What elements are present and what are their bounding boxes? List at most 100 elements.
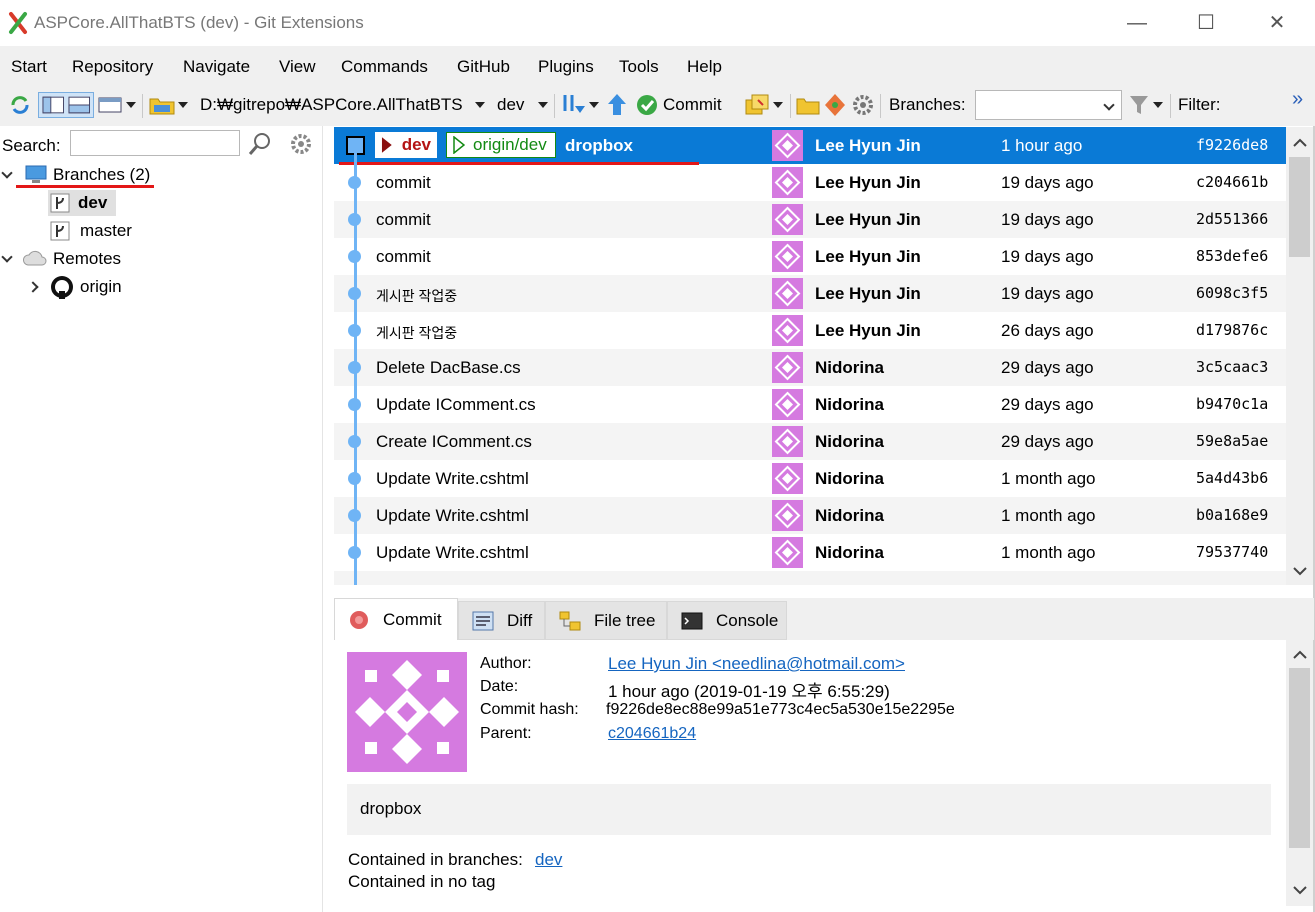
commit-row[interactable]: commit Lee Hyun Jin 19 days ago 853defe6: [334, 238, 1286, 275]
menu-repository[interactable]: Repository: [72, 57, 153, 77]
commit-row[interactable]: Create IComment.cs Nidorina 29 days ago 59e…: [334, 423, 1286, 460]
menu-help[interactable]: Help: [687, 57, 722, 77]
minimize-button[interactable]: —: [1117, 8, 1157, 38]
repository-path-caret[interactable]: [475, 102, 485, 108]
scroll-up-icon[interactable]: [1293, 138, 1307, 147]
toolbar-overflow-button[interactable]: »: [1292, 88, 1303, 111]
pull-dropdown-caret[interactable]: [589, 102, 599, 108]
commit-row[interactable]: Update IComment.cs Nidorina 29 days ago b94…: [334, 386, 1286, 423]
avatar: [772, 500, 803, 531]
open-folder-icon[interactable]: [796, 92, 820, 118]
commit-date: 19 days ago: [1001, 247, 1094, 266]
layout-dropdown-caret[interactable]: [126, 102, 136, 108]
commit-row[interactable]: Update Write.cshtml Nidorina 1 month ago b0…: [334, 497, 1286, 534]
stash-icon[interactable]: [744, 92, 770, 118]
close-button[interactable]: ✕: [1257, 8, 1297, 38]
repository-dropdown-caret[interactable]: [178, 102, 188, 108]
tab-label: File tree: [594, 610, 656, 630]
commit-date: 29 days ago: [1001, 358, 1094, 377]
tree-item-branch-dev[interactable]: dev: [48, 190, 116, 216]
scroll-down-icon[interactable]: [1293, 886, 1307, 895]
repository-folder-icon[interactable]: [148, 92, 176, 118]
commit-message: Update Write.cshtml: [376, 543, 529, 562]
scrollbar-thumb[interactable]: [1289, 157, 1310, 257]
commit-row-selected[interactable]: dev origin/dev dropbox Lee Hyun Jin 1 ho…: [334, 127, 1286, 164]
menu-view[interactable]: View: [279, 57, 316, 77]
branch-dropdown-caret[interactable]: [538, 102, 548, 108]
origin-expand-chevron[interactable]: [27, 281, 39, 293]
avatar: [772, 130, 803, 161]
scroll-up-icon[interactable]: [1293, 650, 1307, 659]
author-link[interactable]: Lee Hyun Jin <needlina@hotmail.com>: [608, 654, 905, 674]
chevron-down-icon[interactable]: [1103, 99, 1115, 111]
refresh-icon[interactable]: [8, 92, 32, 118]
branch-arrow-icon: [381, 137, 392, 153]
commit-row[interactable]: Update Write.cshtml Nidorina 1 month ago 79…: [334, 534, 1286, 571]
pull-icon[interactable]: [560, 92, 586, 118]
commit-row[interactable]: 게시판 작업중 Lee Hyun Jin 26 days ago d179876c: [334, 312, 1286, 349]
layout-columns-icon[interactable]: [42, 96, 65, 114]
commit-date: 19 days ago: [1001, 284, 1094, 303]
menu-navigate[interactable]: Navigate: [183, 57, 250, 77]
maximize-button[interactable]: ☐: [1186, 8, 1226, 38]
commit-message: dropbox: [565, 136, 633, 155]
menu-plugins[interactable]: Plugins: [538, 57, 594, 77]
gear-icon[interactable]: [290, 133, 312, 155]
remotes-node-label: Remotes: [53, 249, 122, 268]
stash-dropdown-caret[interactable]: [773, 102, 783, 108]
commit-check-icon[interactable]: [636, 92, 658, 118]
commit-row[interactable]: Update Write.cshtml Nidorina 1 month ago 5a…: [334, 460, 1286, 497]
commit-detail-scrollbar[interactable]: [1286, 640, 1313, 906]
commit-row[interactable]: commit Lee Hyun Jin 19 days ago c204661b: [334, 164, 1286, 201]
tree-item-branch-master[interactable]: master: [50, 218, 132, 244]
commit-button[interactable]: Commit: [663, 95, 722, 115]
filter-funnel-icon[interactable]: [1128, 92, 1150, 118]
remotes-expand-chevron[interactable]: [1, 251, 13, 263]
menu-tools[interactable]: Tools: [619, 57, 659, 77]
git-extensions-icon: [9, 12, 27, 34]
search-input[interactable]: [70, 130, 240, 156]
commit-date: 1 month ago: [1001, 543, 1096, 562]
tab-file-tree[interactable]: File tree: [545, 601, 667, 640]
repository-path[interactable]: D:₩gitrepo₩ASPCore.AllThatBTS: [200, 95, 463, 115]
commit-message: commit: [376, 173, 431, 192]
tab-diff[interactable]: Diff: [458, 601, 545, 640]
parent-link[interactable]: c204661b24: [608, 725, 696, 743]
layout-window-icon[interactable]: [98, 92, 122, 118]
local-branch-tag[interactable]: dev: [375, 132, 437, 158]
menu-commands[interactable]: Commands: [341, 57, 428, 77]
search-icon[interactable]: [248, 132, 272, 156]
tree-node-remotes[interactable]: Remotes: [22, 246, 121, 272]
commit-row[interactable]: commit Lee Hyun Jin 19 days ago 2d551366: [334, 201, 1286, 238]
scroll-down-icon[interactable]: [1293, 567, 1307, 576]
tree-item-remote-origin[interactable]: origin: [50, 274, 122, 300]
branches-filter-combobox[interactable]: [975, 90, 1122, 120]
menu-start[interactable]: Start: [11, 57, 47, 77]
tab-console[interactable]: Console: [667, 601, 787, 640]
remote-branch-tag[interactable]: origin/dev: [446, 132, 556, 158]
filter-dropdown-caret[interactable]: [1153, 102, 1163, 108]
commit-message-box: dropbox: [347, 784, 1271, 835]
commit-author: Nidorina: [815, 432, 884, 451]
commit-author: Nidorina: [815, 543, 884, 562]
push-icon[interactable]: [606, 92, 628, 118]
commit-row[interactable]: 게시판 작업중 Lee Hyun Jin 19 days ago 6098c3f5: [334, 275, 1286, 312]
current-branch[interactable]: dev: [497, 95, 524, 115]
author-label: Author:: [480, 655, 532, 672]
menu-github[interactable]: GitHub: [457, 57, 510, 77]
file-tree-icon: [559, 611, 581, 630]
title-bar: ASPCore.AllThatBTS (dev) - Git Extension…: [0, 0, 1315, 46]
commit-hash: 6098c3f5: [1196, 284, 1269, 302]
layout-rows-icon[interactable]: [67, 96, 91, 114]
commit-row[interactable]: Delete DacBase.cs Nidorina 29 days ago 3c5c…: [334, 349, 1286, 386]
tab-commit[interactable]: Commit: [334, 598, 458, 640]
scrollbar-thumb[interactable]: [1289, 668, 1310, 848]
git-bash-icon[interactable]: [823, 92, 847, 118]
contained-branch-link[interactable]: dev: [535, 850, 562, 870]
tab-label: Diff: [507, 610, 533, 630]
commit-row-partial[interactable]: [334, 571, 1286, 585]
revision-grid-scrollbar[interactable]: [1286, 127, 1313, 585]
branches-expand-chevron[interactable]: [1, 167, 13, 179]
settings-gear-icon[interactable]: [851, 92, 875, 118]
annotation-underline: [16, 185, 154, 188]
